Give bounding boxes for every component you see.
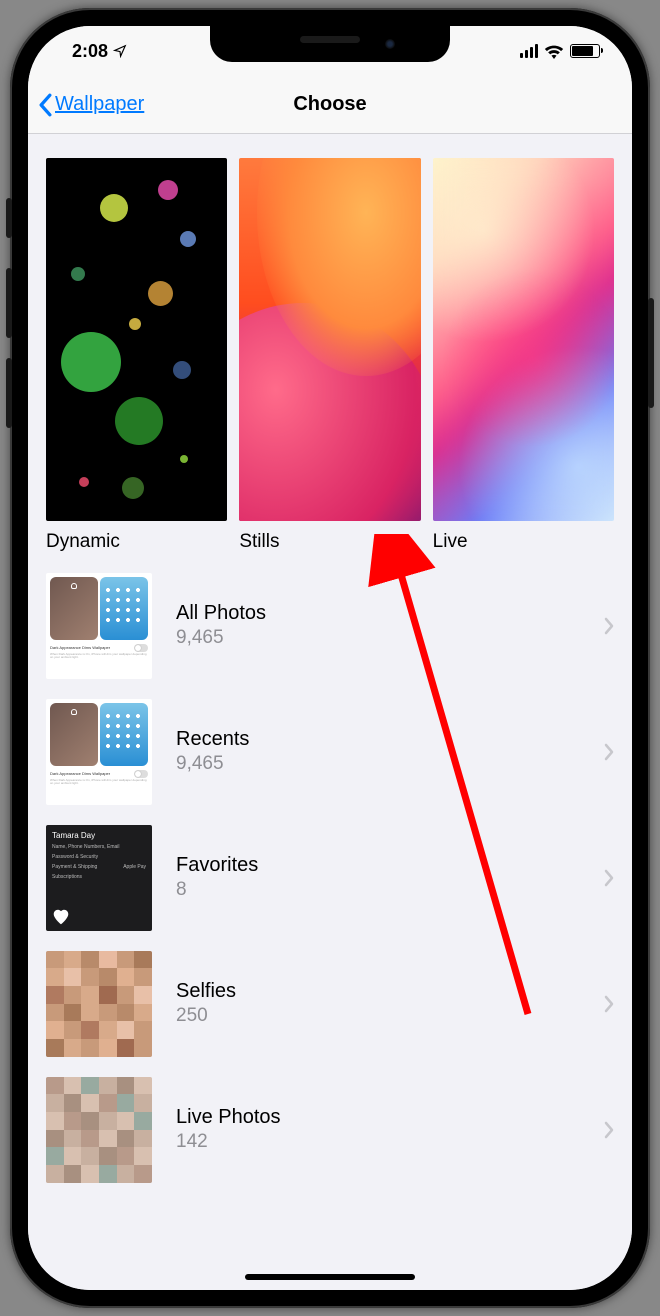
- album-thumb: [46, 1077, 152, 1183]
- volume-down-button: [6, 358, 12, 428]
- power-button: [648, 298, 654, 408]
- live-thumb: [433, 158, 614, 521]
- chevron-left-icon: [38, 93, 53, 117]
- wallpaper-categories: Dynamic Stills Live: [28, 134, 632, 563]
- album-count: 250: [176, 1005, 580, 1027]
- wifi-icon: [544, 44, 564, 59]
- status-time: 2:08: [72, 41, 108, 62]
- album-selfies[interactable]: Selfies 250: [28, 941, 632, 1067]
- back-button[interactable]: Wallpaper: [28, 93, 144, 117]
- cellular-icon: [520, 44, 538, 58]
- album-title: Recents: [176, 728, 580, 751]
- album-recents[interactable]: Dark Appearance Dims Wallpaper When Dark…: [28, 689, 632, 815]
- category-label: Live: [433, 531, 614, 553]
- category-live[interactable]: Live: [433, 158, 614, 553]
- category-label: Dynamic: [46, 531, 227, 553]
- album-count: 9,465: [176, 753, 580, 775]
- album-title: Live Photos: [176, 1106, 580, 1129]
- dynamic-thumb: [46, 158, 227, 521]
- front-camera: [385, 39, 395, 49]
- category-dynamic[interactable]: Dynamic: [46, 158, 227, 553]
- heart-icon: [52, 909, 70, 925]
- back-label: Wallpaper: [55, 93, 144, 116]
- album-favorites[interactable]: Tamara Day Name, Phone Numbers, Email Pa…: [28, 815, 632, 941]
- phone-frame: 2:08 Wal: [10, 8, 650, 1308]
- speaker-grille: [300, 36, 360, 43]
- battery-icon: [570, 44, 600, 58]
- stills-thumb: [239, 158, 420, 521]
- notch: [210, 26, 450, 62]
- album-thumb: Tamara Day Name, Phone Numbers, Email Pa…: [46, 825, 152, 931]
- location-icon: [113, 44, 127, 58]
- category-label: Stills: [239, 531, 420, 553]
- album-thumb: Dark Appearance Dims Wallpaper When Dark…: [46, 699, 152, 805]
- album-all-photos[interactable]: Dark Appearance Dims Wallpaper When Dark…: [28, 563, 632, 689]
- page-title: Choose: [293, 93, 366, 116]
- screen: 2:08 Wal: [28, 26, 632, 1290]
- album-thumb: Dark Appearance Dims Wallpaper When Dark…: [46, 573, 152, 679]
- album-live-photos[interactable]: Live Photos 142: [28, 1067, 632, 1193]
- album-title: Favorites: [176, 854, 580, 877]
- chevron-right-icon: [604, 743, 614, 761]
- chevron-right-icon: [604, 1121, 614, 1139]
- volume-up-button: [6, 268, 12, 338]
- chevron-right-icon: [604, 869, 614, 887]
- album-title: All Photos: [176, 602, 580, 625]
- content-area[interactable]: Dynamic Stills Live Dark Appearance D: [28, 134, 632, 1290]
- silence-switch: [6, 198, 12, 238]
- album-count: 8: [176, 879, 580, 901]
- album-count: 142: [176, 1131, 580, 1153]
- album-title: Selfies: [176, 980, 580, 1003]
- album-thumb: [46, 951, 152, 1057]
- home-indicator[interactable]: [245, 1274, 415, 1280]
- category-stills[interactable]: Stills: [239, 158, 420, 553]
- chevron-right-icon: [604, 617, 614, 635]
- nav-bar: Wallpaper Choose: [28, 76, 632, 134]
- chevron-right-icon: [604, 995, 614, 1013]
- albums-list: Dark Appearance Dims Wallpaper When Dark…: [28, 563, 632, 1193]
- album-count: 9,465: [176, 627, 580, 649]
